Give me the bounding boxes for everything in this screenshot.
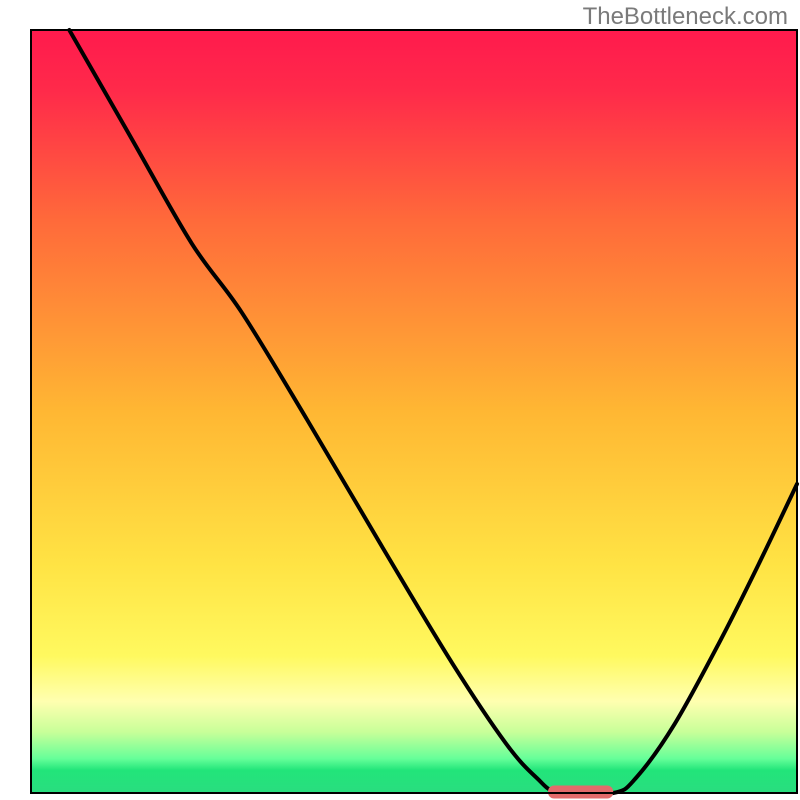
chart-svg bbox=[0, 0, 800, 800]
attribution-watermark: TheBottleneck.com bbox=[583, 3, 788, 31]
bottleneck-chart: TheBottleneck.com bbox=[0, 0, 800, 800]
